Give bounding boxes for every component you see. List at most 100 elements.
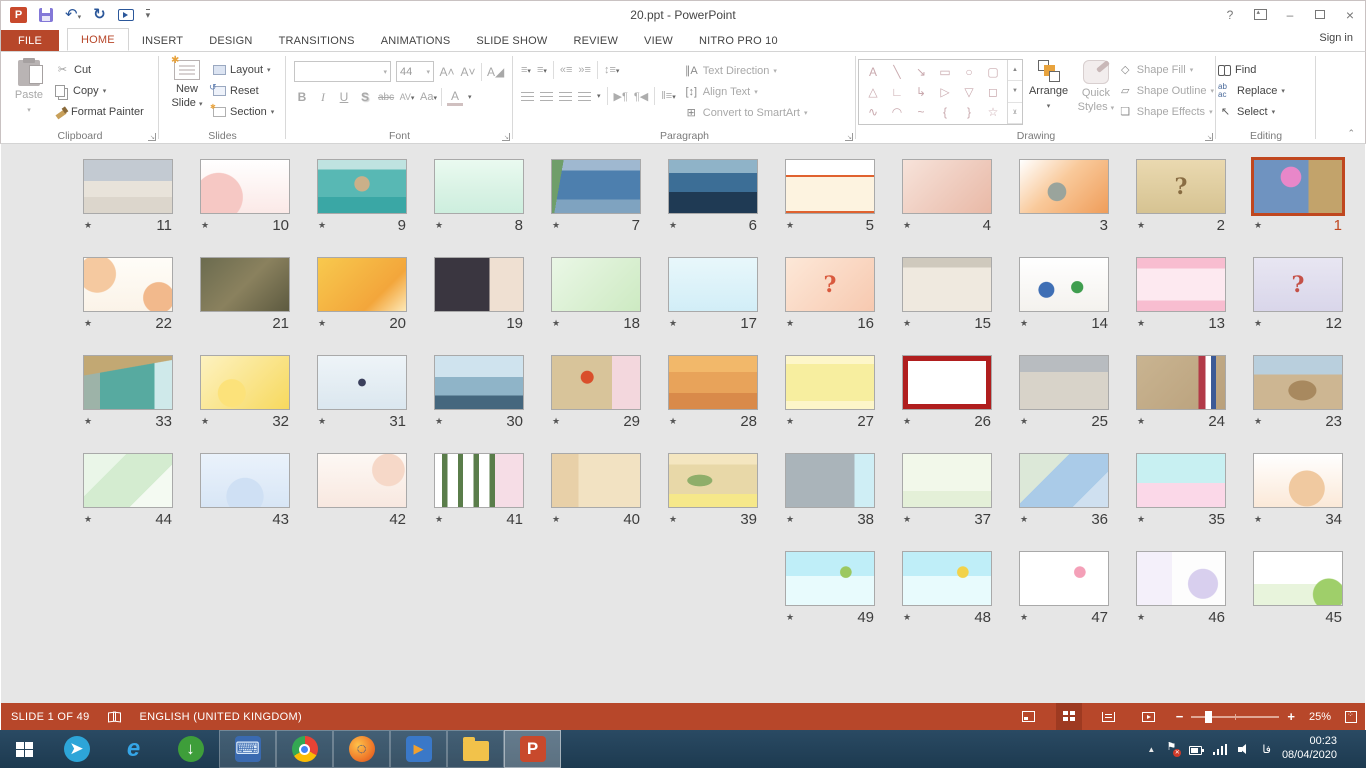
transition-star-icon[interactable]: ★ — [1254, 220, 1262, 231]
transition-star-icon[interactable]: ★ — [669, 514, 677, 525]
transition-star-icon[interactable]: ★ — [1254, 318, 1262, 329]
slide-thumbnail-38[interactable] — [785, 453, 875, 508]
slide-show-icon[interactable] — [1136, 703, 1162, 730]
font-name-combobox[interactable]: ▾ — [294, 61, 391, 82]
transition-star-icon[interactable]: ★ — [435, 416, 443, 427]
taskbar-app-firefox[interactable]: ◌ — [333, 730, 390, 768]
slide-thumbnail-9[interactable] — [317, 159, 407, 214]
slide-thumbnail-45[interactable] — [1253, 551, 1343, 606]
transition-star-icon[interactable]: ★ — [552, 416, 560, 427]
fit-to-window-icon[interactable] — [1345, 711, 1357, 723]
transition-star-icon[interactable]: ★ — [201, 220, 209, 231]
elbow-arrow-shape-icon[interactable]: ↳ — [909, 82, 933, 102]
transition-star-icon[interactable]: ★ — [552, 220, 560, 231]
slide-thumbnail-34[interactable] — [1253, 453, 1343, 508]
zoom-in-icon[interactable]: + — [1287, 709, 1295, 724]
taskbar-app-file-explorer[interactable] — [447, 730, 504, 768]
bullets-icon[interactable]: ≡▾ — [521, 64, 531, 76]
shapes-gallery-scrollbar[interactable]: ▲ ▼ ⊻ — [1007, 60, 1022, 124]
transition-star-icon[interactable]: ★ — [318, 318, 326, 329]
slide-thumbnail-39[interactable] — [668, 453, 758, 508]
transition-star-icon[interactable]: ★ — [435, 220, 443, 231]
text-direction-button[interactable]: ∥A Text Direction ▾ — [684, 62, 808, 79]
taskbar-app-internet-explorer[interactable]: e — [105, 730, 162, 768]
align-left-icon[interactable] — [521, 92, 534, 101]
zoom-out-icon[interactable]: − — [1176, 709, 1184, 724]
input-language-indicator[interactable]: فا — [1262, 743, 1271, 756]
slide-sorter-view-icon[interactable] — [1056, 703, 1082, 730]
slide-thumbnail-15[interactable] — [902, 257, 992, 312]
transition-star-icon[interactable]: ★ — [1254, 416, 1262, 427]
transition-star-icon[interactable]: ★ — [786, 318, 794, 329]
tab-nitro-pro[interactable]: NITRO PRO 10 — [686, 30, 791, 51]
transition-star-icon[interactable]: ★ — [669, 220, 677, 231]
scribble-shape-icon[interactable]: ∿ — [861, 102, 885, 122]
triangle-shape-icon[interactable]: △ — [861, 82, 885, 102]
slide-thumbnail-18[interactable] — [551, 257, 641, 312]
taskbar-app-chrome[interactable] — [276, 730, 333, 768]
justify-icon[interactable] — [578, 92, 591, 101]
slide-thumbnail-25[interactable] — [1019, 355, 1109, 410]
font-color-caret[interactable]: ▾ — [468, 93, 472, 101]
slide-sorter-pane[interactable]: ★1?★23★4★5★6★7★8★9★10★11?★12★13★14★15?★1… — [1, 144, 1365, 703]
increase-indent-icon[interactable]: »≡ — [578, 64, 591, 76]
arc-shape-icon[interactable]: ◠ — [885, 102, 909, 122]
left-brace-shape-icon[interactable]: { — [933, 102, 957, 122]
shape-outline-button[interactable]: ▱ Shape Outline ▾ — [1118, 82, 1214, 99]
slide-thumbnail-19[interactable] — [434, 257, 524, 312]
clear-formatting-button[interactable]: A◢ — [487, 65, 503, 79]
transition-star-icon[interactable]: ★ — [1020, 612, 1028, 623]
normal-view-icon[interactable] — [1016, 703, 1042, 730]
slide-thumbnail-35[interactable] — [1136, 453, 1226, 508]
transition-star-icon[interactable]: ★ — [1020, 416, 1028, 427]
corner-shape-icon[interactable]: ◻ — [981, 82, 1005, 102]
select-button[interactable]: ↖ Select ▾ — [1218, 103, 1285, 120]
slide-thumbnail-33[interactable] — [83, 355, 173, 410]
font-size-combobox[interactable]: 44▾ — [396, 61, 434, 82]
slide-thumbnail-41[interactable] — [434, 453, 524, 508]
copy-button[interactable]: Copy ▾ — [55, 82, 144, 99]
transition-star-icon[interactable]: ★ — [669, 318, 677, 329]
slide-thumbnail-11[interactable] — [83, 159, 173, 214]
transition-star-icon[interactable]: ★ — [903, 416, 911, 427]
rectangle-shape-icon[interactable]: ▭ — [933, 62, 957, 82]
tab-file[interactable]: FILE — [1, 30, 59, 51]
tab-slide-show[interactable]: SLIDE SHOW — [463, 30, 560, 51]
align-text-button[interactable]: [↕] Align Text ▾ — [684, 83, 808, 100]
transition-star-icon[interactable]: ★ — [669, 416, 677, 427]
transition-star-icon[interactable]: ★ — [552, 318, 560, 329]
zoom-slider[interactable] — [1191, 716, 1279, 718]
transition-star-icon[interactable]: ★ — [903, 318, 911, 329]
slide-thumbnail-10[interactable] — [200, 159, 290, 214]
tab-transitions[interactable]: TRANSITIONS — [266, 30, 368, 51]
volume-icon[interactable] — [1238, 744, 1251, 755]
transition-star-icon[interactable]: ★ — [84, 220, 92, 231]
taskbar-app-telegram[interactable]: ➤ — [48, 730, 105, 768]
shape-fill-button[interactable]: ◇ Shape Fill ▾ — [1118, 61, 1214, 78]
change-case-button[interactable]: Aa▾ — [420, 91, 436, 103]
slide-thumbnail-48[interactable] — [902, 551, 992, 606]
left-to-right-icon[interactable]: ▶¶ — [614, 90, 628, 103]
clipboard-dialog-launcher-icon[interactable] — [148, 133, 156, 141]
slide-thumbnail-46[interactable] — [1136, 551, 1226, 606]
paragraph-dialog-launcher-icon[interactable] — [845, 133, 853, 141]
right-arrow-shape-icon[interactable]: ▷ — [933, 82, 957, 102]
line-spacing-icon[interactable]: ↕≡▾ — [604, 64, 619, 76]
transition-star-icon[interactable]: ★ — [84, 514, 92, 525]
hidden-icons-arrow[interactable]: ▲ — [1147, 745, 1155, 754]
slide-thumbnail-13[interactable] — [1136, 257, 1226, 312]
taskbar-app-remote-keyboard[interactable]: ⌨ — [219, 730, 276, 768]
transition-star-icon[interactable]: ★ — [786, 220, 794, 231]
slide-thumbnail-30[interactable] — [434, 355, 524, 410]
find-button[interactable]: Find — [1218, 61, 1285, 78]
slide-thumbnail-12[interactable]: ? — [1253, 257, 1343, 312]
language-indicator[interactable]: ENGLISH (UNITED KINGDOM) — [140, 711, 302, 723]
slide-thumbnail-17[interactable] — [668, 257, 758, 312]
transition-star-icon[interactable]: ★ — [318, 416, 326, 427]
taskbar-app-media-player[interactable]: ▶ — [390, 730, 447, 768]
tab-design[interactable]: DESIGN — [196, 30, 265, 51]
font-dialog-launcher-icon[interactable] — [502, 133, 510, 141]
arrange-button[interactable]: Arrange ▾ — [1023, 55, 1074, 110]
tab-insert[interactable]: INSERT — [129, 30, 196, 51]
quick-styles-button[interactable]: Quick Styles ▾ — [1074, 55, 1118, 115]
